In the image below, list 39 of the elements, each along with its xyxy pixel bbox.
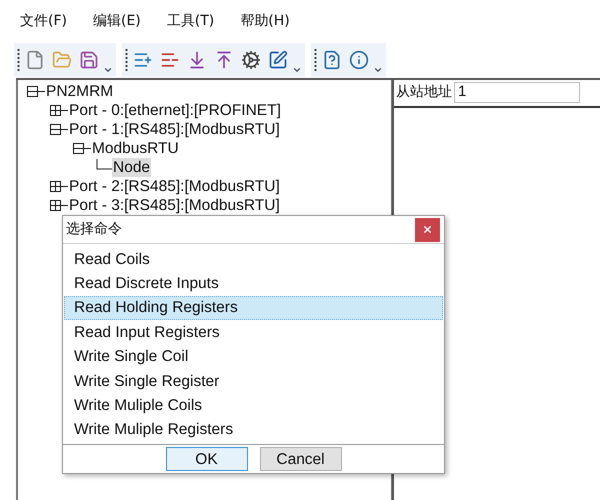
grip-icon[interactable]	[125, 49, 128, 71]
tree-item[interactable]: Port - 1:[RS485]:[ModbusRTU]	[68, 120, 281, 139]
menu-item[interactable]: 文件(F)	[20, 10, 67, 32]
dialog-title: 选择命令	[66, 220, 122, 239]
grip-icon[interactable]	[314, 49, 317, 71]
tree-item[interactable]: Port - 0:[ethernet]:[PROFINET]	[68, 101, 282, 120]
list-item[interactable]: Write Single Coil	[64, 344, 443, 369]
ok-button[interactable]: OK	[166, 447, 248, 472]
close-icon[interactable]	[422, 224, 433, 235]
list-item[interactable]: Read Discrete Inputs	[64, 271, 443, 296]
slave-address-field[interactable]: 1	[454, 82, 580, 103]
list-item[interactable]: Read Coils	[64, 247, 443, 272]
tree-item[interactable]: PN2MRM	[45, 82, 114, 101]
overflow-icon[interactable]	[373, 65, 383, 75]
overflow-icon[interactable]	[103, 65, 113, 75]
close-button[interactable]	[415, 218, 440, 242]
tree-connector-icon	[96, 159, 112, 171]
tree-item[interactable]: Node	[112, 158, 152, 177]
list-item[interactable]: Write Muliple Registers	[64, 418, 443, 442]
cancel-button[interactable]: Cancel	[260, 447, 342, 472]
menu-item[interactable]: 工具(T)	[166, 10, 214, 32]
list-item[interactable]: Read Holding Registers	[64, 296, 443, 320]
expand-icon[interactable]	[50, 181, 61, 192]
tree-item[interactable]: Port - 3:[RS485]:[ModbusRTU]	[68, 196, 281, 215]
menu-item[interactable]: 帮助(H)	[240, 10, 290, 32]
expand-icon[interactable]	[50, 105, 61, 116]
list-item[interactable]: Read Input Registers	[64, 320, 443, 345]
collapse-icon[interactable]	[50, 124, 61, 135]
list-item[interactable]: Write Single Register	[64, 368, 443, 394]
collapse-icon[interactable]	[27, 86, 38, 97]
overflow-icon[interactable]	[292, 65, 302, 75]
expand-icon[interactable]	[50, 200, 61, 211]
tree-item[interactable]: Port - 2:[RS485]:[ModbusRTU]	[68, 177, 281, 196]
slave-address-label: 从站地址	[396, 83, 452, 102]
tree-item[interactable]: ModbusRTU	[91, 139, 180, 158]
grip-icon[interactable]	[17, 49, 20, 71]
list-item[interactable]: Write Muliple Coils	[64, 393, 443, 418]
menu-item[interactable]: 编辑(E)	[92, 10, 141, 32]
collapse-icon[interactable]	[73, 143, 84, 154]
